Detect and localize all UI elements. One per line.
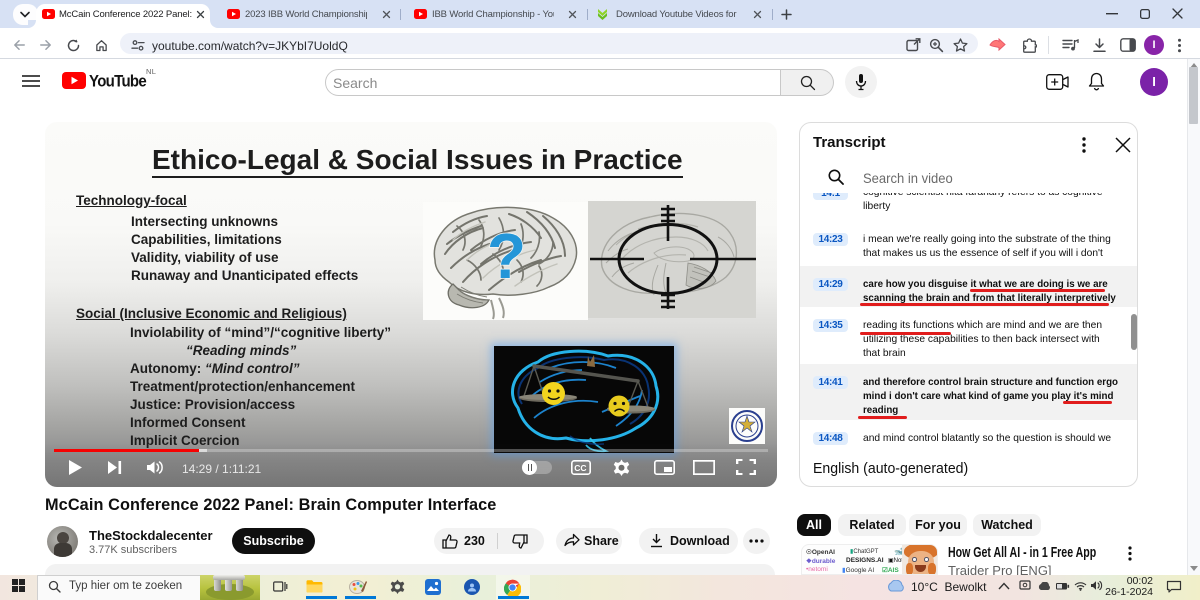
svg-text:?: ? xyxy=(487,220,526,292)
svg-text:CC: CC xyxy=(574,463,586,473)
